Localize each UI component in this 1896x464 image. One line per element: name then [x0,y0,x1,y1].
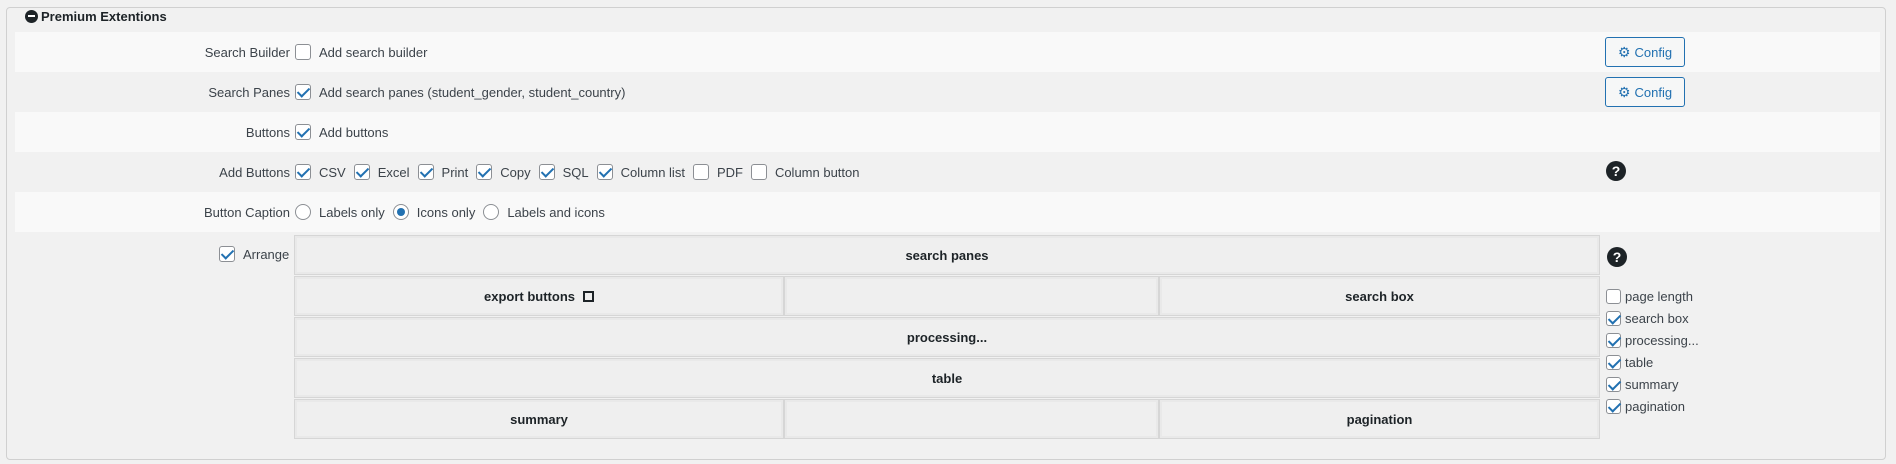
block-label: export buttons [484,288,575,304]
processing-block[interactable]: processing... [294,317,1600,357]
print-checkbox[interactable] [417,164,434,180]
block-label: table [931,370,963,386]
summary-block[interactable]: summary [294,399,784,439]
buttons-checkbox[interactable] [295,124,311,140]
table-block[interactable]: table [294,358,1600,398]
search-builder-row: Search Builder Add search builder ⚙ Conf… [15,32,1880,72]
question-circle-icon[interactable]: ? [1607,247,1627,267]
csv-label: CSV [319,164,346,180]
arrange-element-list: page length search box processing... tab… [1606,285,1699,417]
search-panes-block[interactable]: search panes [294,235,1600,275]
pdf-checkbox[interactable] [692,164,709,180]
pagination-checkbox[interactable] [1606,398,1621,414]
block-label: summary [510,411,568,427]
column-button-label: Column button [774,164,860,180]
list-item: pagination [1606,395,1699,417]
list-item-label: processing... [1625,332,1699,348]
column-list-label: Column list [620,164,685,180]
arrange-grid-row-5: summary pagination [294,399,1600,439]
copy-label: Copy [500,164,531,180]
search-box-checkbox[interactable] [1606,310,1621,326]
list-item: table [1606,351,1699,373]
excel-label: Excel [377,164,410,180]
sql-checkbox[interactable] [538,164,555,180]
gear-icon: ⚙ [1617,44,1631,60]
gear-icon: ⚙ [1617,84,1631,100]
csv-checkbox[interactable] [295,164,311,180]
arrange-label: Arrange [243,246,290,262]
list-item-label: summary [1625,376,1679,392]
search-panes-config-button[interactable]: ⚙ Config [1605,77,1685,107]
list-item-label: page length [1625,288,1693,304]
labels-only-label: Labels only [319,204,385,220]
table-checkbox[interactable] [1606,354,1621,370]
arrange-grid-row-3: processing... [294,317,1600,357]
search-panes-label: Search Panes [208,84,290,100]
config-label: Config [1634,44,1673,60]
list-item: processing... [1606,329,1699,351]
list-item-label: table [1625,354,1654,370]
search-box-block[interactable]: search box [1159,276,1600,316]
block-label: pagination [1346,411,1413,427]
buttons-label: Buttons [245,124,290,140]
labels-and-icons-radio[interactable] [483,204,500,220]
print-label: Print [441,164,469,180]
config-label: Config [1634,84,1673,100]
copy-checkbox[interactable] [476,164,493,180]
sql-label: SQL [562,164,589,180]
search-builder-option: Add search builder [319,44,428,60]
pagination-block[interactable]: pagination [1159,399,1600,439]
summary-checkbox[interactable] [1606,376,1621,392]
search-panes-option: Add search panes (student_gender, studen… [319,84,626,100]
arrange-control: Arrange [219,246,289,262]
button-caption-label: Button Caption [203,204,290,220]
arrange-checkbox[interactable] [219,246,235,262]
arrange-grid-row-4: table [294,358,1600,398]
page-length-checkbox[interactable] [1606,288,1621,304]
labels-only-radio[interactable] [295,204,311,220]
search-builder-label: Search Builder [204,44,290,60]
minus-circle-icon[interactable] [25,9,38,23]
fieldset-legend[interactable]: Premium Extentions [24,8,170,24]
labels-and-icons-label: Labels and icons [507,204,605,220]
icons-only-label: Icons only [416,204,476,220]
list-item: search box [1606,307,1699,329]
column-button-checkbox[interactable] [750,164,767,180]
list-item-label: search box [1625,310,1689,326]
search-panes-checkbox[interactable] [295,84,311,100]
search-builder-checkbox[interactable] [295,44,311,60]
expand-icon[interactable] [583,290,594,302]
add-buttons-row: Add Buttons CSV Excel Print Copy SQL Col… [15,152,1880,192]
buttons-row: Buttons Add buttons [15,112,1880,152]
arrange-grid-row-1: search panes [294,235,1600,275]
column-list-checkbox[interactable] [596,164,613,180]
arrange-grid-row-2: export buttons search box [294,276,1600,316]
block-label: search panes [905,247,989,263]
search-builder-config-button[interactable]: ⚙ Config [1605,37,1685,67]
add-buttons-label: Add Buttons [219,164,290,180]
empty-block[interactable] [784,399,1159,439]
block-label: processing... [906,329,988,345]
buttons-option: Add buttons [319,124,389,140]
search-panes-row: Search Panes Add search panes (student_g… [15,72,1880,112]
button-caption-row: Button Caption Labels only Icons only La… [15,192,1880,232]
list-item: page length [1606,285,1699,307]
excel-checkbox[interactable] [353,164,370,180]
export-buttons-block[interactable]: export buttons [294,276,784,316]
block-label: search box [1345,288,1414,304]
empty-block[interactable] [784,276,1159,316]
list-item: summary [1606,373,1699,395]
icons-only-radio[interactable] [392,204,409,220]
question-circle-icon[interactable]: ? [1606,161,1626,181]
legend-title: Premium Extentions [41,8,167,24]
pdf-label: PDF [716,164,743,180]
processing-checkbox[interactable] [1606,332,1621,348]
list-item-label: pagination [1625,398,1685,414]
